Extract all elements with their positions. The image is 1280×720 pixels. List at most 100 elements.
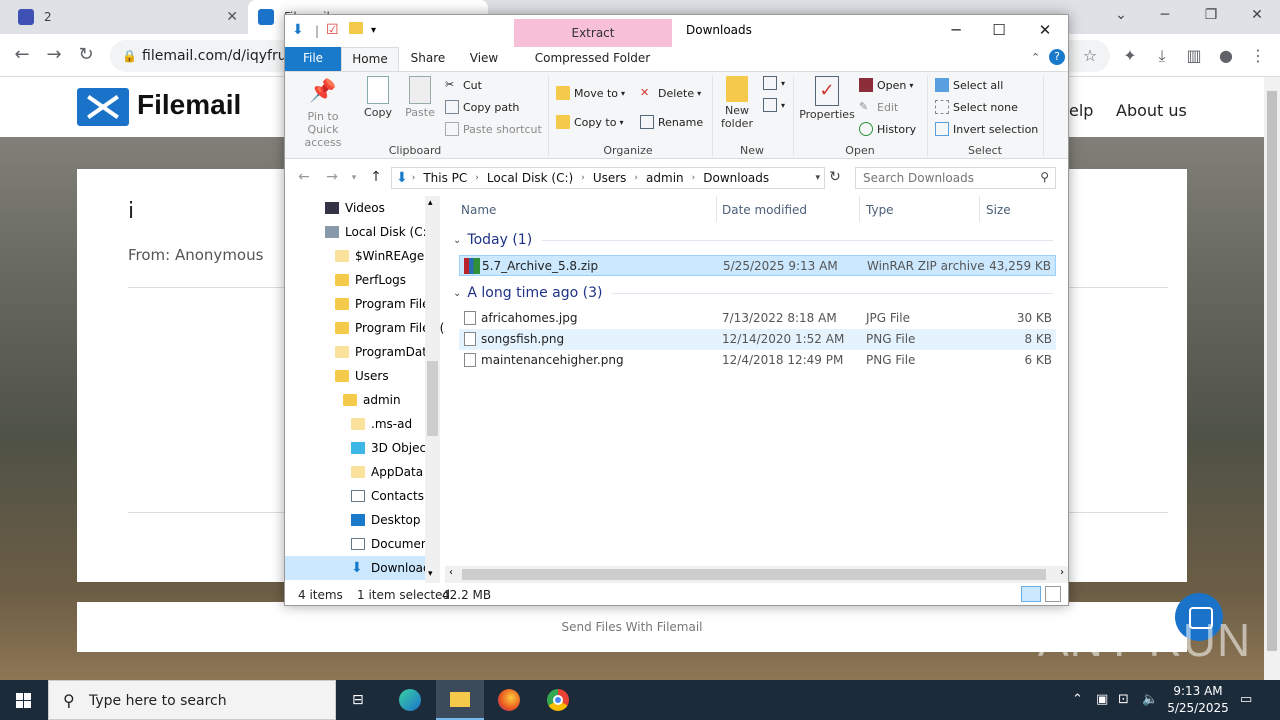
forward-icon[interactable]: → [42,44,66,68]
download-icon[interactable]: ⤓ [1152,46,1172,66]
cut-button[interactable]: ✂ Cut [445,78,482,92]
quick-access-down-icon[interactable]: ⬇ [292,22,304,38]
profile-avatar-icon[interactable]: ● [1216,46,1236,66]
invert-selection-button[interactable]: Invert selection [935,122,1038,136]
properties-button[interactable]: ✓ Properties [799,76,855,121]
file-list-hscrollbar[interactable]: ‹ › [445,566,1068,583]
paste-button[interactable]: Paste [403,76,437,119]
search-downloads-box[interactable]: ⚲ [855,167,1056,189]
new-folder-button[interactable]: New folder [717,76,757,130]
extract-context-tab[interactable]: Extract [514,19,672,47]
column-divider[interactable] [716,196,717,222]
scroll-up-icon[interactable]: ▴ [428,198,433,208]
breadcrumb-admin[interactable]: admin [646,171,684,185]
browser-tab[interactable]: 2 ✕ [8,0,246,34]
breadcrumb-this-pc[interactable]: This PC [423,171,467,185]
close-tab-icon[interactable]: ✕ [226,9,238,25]
pin-quick-access-button[interactable]: 📌 Pin to Quick access [291,76,355,149]
explorer-minimize-button[interactable]: ─ [933,15,979,45]
reload-icon[interactable]: ↻ [74,44,98,68]
nav-item-videos[interactable]: Videos [325,196,465,220]
rename-button[interactable]: Rename [640,115,703,129]
column-divider[interactable] [979,196,980,222]
task-view-icon[interactable]: ⊟ [336,680,384,720]
chrome-icon[interactable] [534,680,582,720]
browser-minimize-button[interactable]: ─ [1142,0,1188,30]
tab-compressed-folder-tools[interactable]: Compressed Folder Tools [520,47,665,87]
breadcrumb-separator-icon[interactable]: › [634,173,638,183]
footer-text[interactable]: Send Files With Filemail [77,620,1187,634]
navpane-scrollbar[interactable]: ▴ ▾ [425,196,440,583]
qat-dropdown-icon[interactable]: ▾ [371,25,376,36]
file-row[interactable]: maintenancehigher.png 12/4/2018 12:49 PM… [459,350,1056,371]
copy-to-button[interactable]: Copy to ▾ [556,115,623,129]
browser-restore-button[interactable]: ❐ [1188,0,1234,30]
site-brand[interactable]: Filemail [137,89,241,121]
browser-close-button[interactable]: ✕ [1234,0,1280,30]
file-explorer-taskbar-icon[interactable] [436,680,484,720]
windows-start-icon[interactable] [0,680,48,720]
show-hidden-icons-chevron-icon[interactable]: ⌃ [1072,692,1083,707]
tab-search-icon[interactable]: ⌄ [1098,0,1144,30]
network-icon[interactable]: ⊡ [1118,692,1129,707]
tab-file[interactable]: File [285,47,341,71]
move-to-button[interactable]: Move to ▾ [556,86,625,100]
open-button[interactable]: Open ▾ [859,78,913,92]
properties-qat-icon[interactable]: ☑ [326,22,339,38]
system-clock[interactable]: 9:13 AM 5/25/2025 [1160,683,1236,717]
breadcrumb-separator-icon[interactable]: › [412,173,416,183]
nav-about-link[interactable]: About us [1116,101,1187,120]
nav-help-link[interactable]: elp [1069,101,1093,120]
copy-button[interactable]: Copy [361,76,395,119]
column-header-type[interactable]: Type [866,203,894,217]
back-arrow-icon[interactable]: ← [294,169,314,185]
tab-view[interactable]: View [465,47,503,71]
copy-path-button[interactable]: Copy path [445,100,519,114]
firefox-icon[interactable] [485,680,533,720]
scrollbar-thumb[interactable] [462,569,1046,580]
breadcrumb-separator-icon[interactable]: › [692,173,696,183]
paste-shortcut-button[interactable]: Paste shortcut [445,122,542,136]
menu-kebab-icon[interactable]: ⋮ [1248,46,1268,66]
up-arrow-icon[interactable]: ↑ [366,169,386,185]
breadcrumb-downloads[interactable]: Downloads [703,171,769,185]
edit-button[interactable]: ✎ Edit [859,100,898,114]
edge-icon[interactable] [386,680,434,720]
breadcrumb-local-disk[interactable]: Local Disk (C:) [487,171,573,185]
file-row[interactable]: 5.7_Archive_5.8.zip 5/25/2025 9:13 AM Wi… [459,255,1056,276]
file-row[interactable]: africahomes.jpg 7/13/2022 8:18 AM JPG Fi… [459,308,1056,329]
column-header-size[interactable]: Size [986,203,1011,217]
column-divider[interactable] [859,196,860,222]
large-icons-view-icon[interactable] [1045,586,1061,602]
device-icon[interactable]: ▣ [1096,692,1108,707]
group-header-long-ago[interactable]: ⌄ A long time ago (3) [453,285,1053,301]
column-header-name[interactable]: Name [461,203,496,217]
ribbon-collapse-icon[interactable]: ⌃ [1031,51,1040,64]
select-none-button[interactable]: Select none [935,100,1018,114]
scrollbar-thumb[interactable] [427,361,438,436]
scroll-down-icon[interactable]: ▾ [428,569,433,579]
extensions-icon[interactable]: ✦ [1120,46,1140,66]
new-item-button[interactable]: ▾ [763,76,785,90]
scroll-right-icon[interactable]: › [1060,567,1064,578]
filemail-logo-icon[interactable] [77,88,129,126]
volume-icon[interactable]: 🔈 [1142,692,1158,707]
help-icon[interactable]: ? [1049,49,1065,65]
page-scrollbar[interactable] [1264,77,1280,680]
details-view-icon[interactable] [1021,586,1041,602]
delete-button[interactable]: ✕ Delete ▾ [640,86,701,100]
recent-dropdown-icon[interactable]: ▾ [344,173,364,183]
bookmark-star-icon[interactable]: ☆ [1080,46,1100,66]
explorer-close-button[interactable]: ✕ [1022,15,1068,45]
search-input[interactable] [856,168,1026,188]
tab-home[interactable]: Home [341,47,399,71]
address-history-dropdown-icon[interactable]: ▾ [815,173,820,183]
scroll-left-icon[interactable]: ‹ [449,567,453,578]
scrollbar-thumb[interactable] [1267,91,1277,651]
select-all-button[interactable]: Select all [935,78,1003,92]
tab-share[interactable]: Share [407,47,449,71]
breadcrumb-users[interactable]: Users [593,171,627,185]
side-panel-icon[interactable]: ▥ [1184,46,1204,66]
forward-arrow-icon[interactable]: → [322,169,342,185]
taskbar-search-box[interactable]: ⚲ Type here to search [48,680,336,720]
